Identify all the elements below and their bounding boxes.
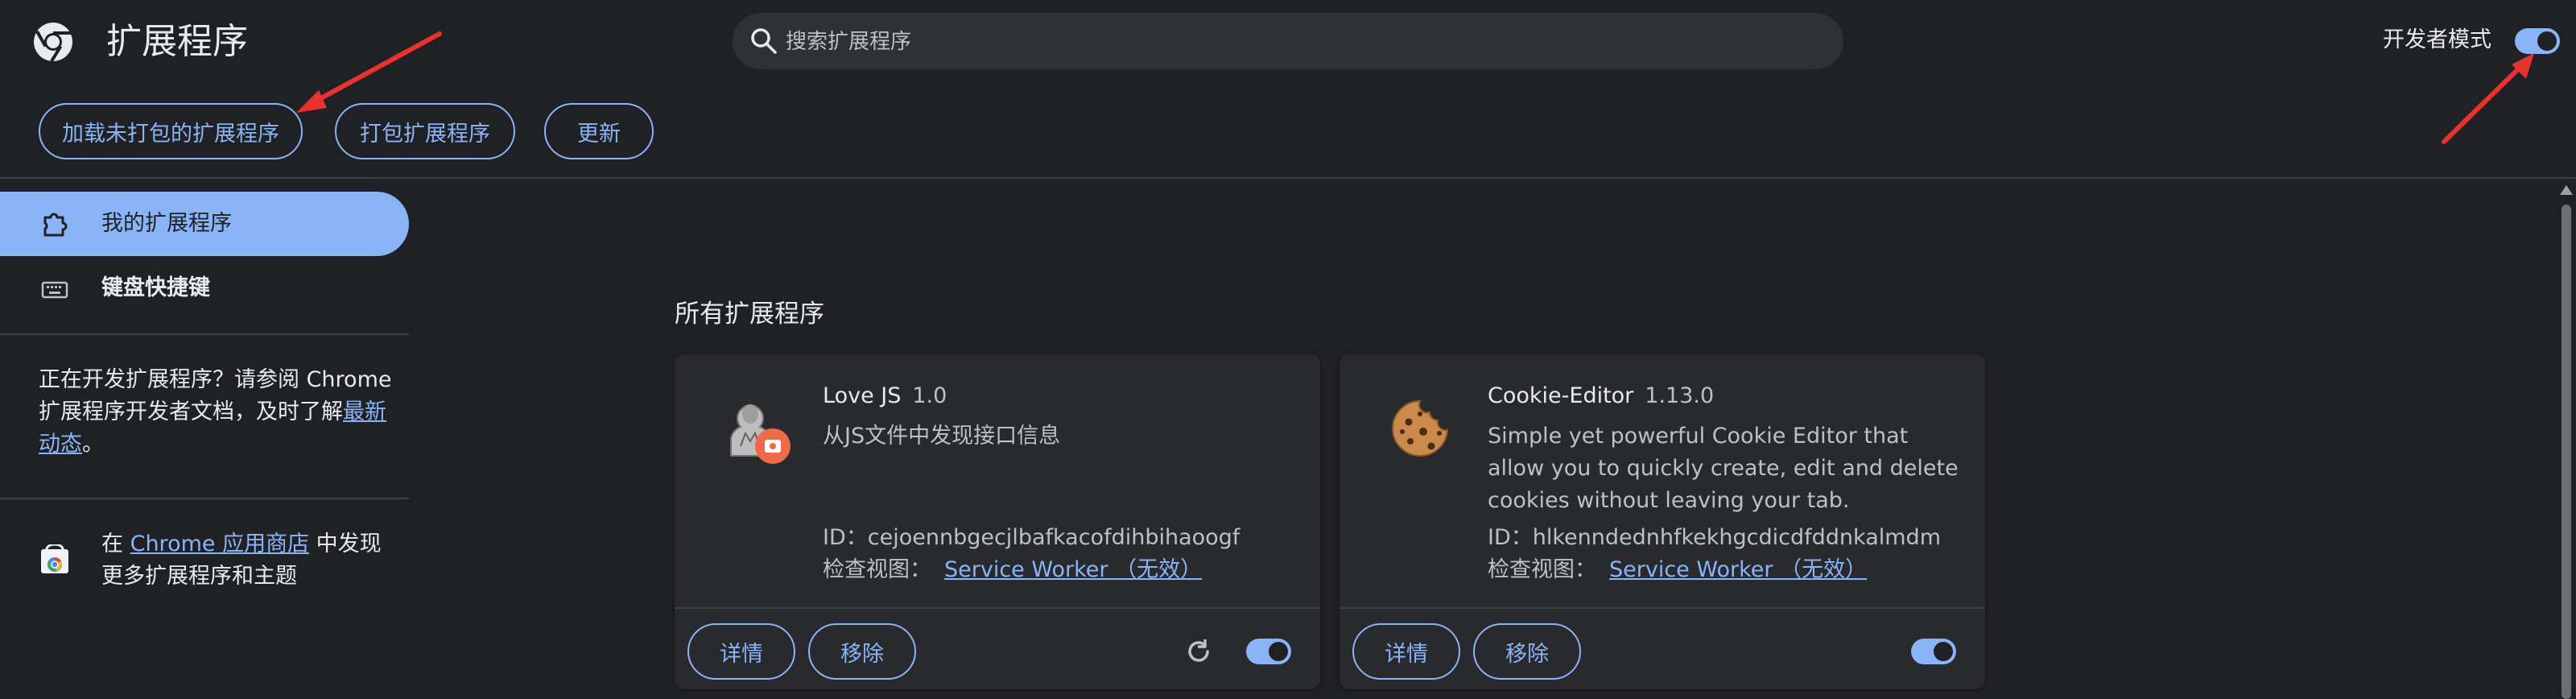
inspect-label: 检查视图： — [823, 557, 931, 582]
chrome-logo-icon — [34, 23, 72, 63]
reload-icon[interactable] — [1183, 636, 1214, 667]
load-unpacked-button[interactable]: 加载未打包的扩展程序 — [39, 103, 303, 159]
id-label: ID： — [1488, 525, 1533, 550]
extension-description: 从JS文件中发现接口信息 — [823, 424, 1061, 449]
extension-card: Cookie-Editor 1.13.0 Simple yet powerful … — [1340, 354, 1985, 689]
chrome-web-store-link[interactable]: Chrome 应用商店 — [130, 531, 310, 556]
id-label: ID： — [823, 525, 868, 550]
card-divider — [1340, 607, 1985, 609]
sidebar-divider — [0, 333, 409, 335]
extension-enable-toggle[interactable] — [1246, 639, 1291, 664]
search-bar[interactable]: 搜索扩展程序 — [733, 13, 1843, 69]
section-title: 所有扩展程序 — [675, 300, 824, 329]
extension-name: Cookie-Editor — [1488, 383, 1634, 408]
sidebar-item-keyboard-shortcuts[interactable]: 键盘快捷键 — [0, 256, 409, 321]
details-button[interactable]: 详情 — [1352, 623, 1460, 680]
extension-id-line: ID：hlkenndednhfkekhgcdicdfddnkalmdm — [1488, 522, 1941, 554]
store-prefix: 在 — [101, 531, 130, 556]
chrome-web-store-icon — [41, 544, 68, 573]
cookie-icon — [1392, 399, 1449, 457]
scrollbar[interactable] — [2557, 180, 2576, 699]
remove-button[interactable]: 移除 — [1473, 623, 1581, 680]
extensions-puzzle-icon — [43, 213, 68, 237]
sidebar-item-label: 键盘快捷键 — [101, 275, 210, 300]
service-worker-link[interactable]: Service Worker （无效） — [944, 557, 1202, 582]
sidebar-divider — [0, 498, 409, 499]
sentence-end: 。 — [82, 432, 104, 457]
lovejs-icon — [730, 404, 791, 464]
scroll-up-arrow-icon[interactable] — [2560, 185, 2573, 195]
inspect-views-line: 检查视图： Service Worker （无效） — [1488, 554, 1867, 586]
search-input[interactable]: 搜索扩展程序 — [786, 29, 911, 55]
extension-name: Love JS — [823, 383, 902, 408]
sidebar-item-label: 我的扩展程序 — [101, 211, 232, 236]
toggle-knob — [2537, 31, 2557, 51]
keyboard-icon — [41, 281, 68, 299]
extension-name-line: Love JS 1.0 — [823, 382, 947, 411]
extensions-page: 扩展程序 搜索扩展程序 开发者模式 加载未打包的扩展程序 打包扩展程序 更新 我… — [0, 0, 2576, 699]
dev-mode-label: 开发者模式 — [2383, 27, 2491, 52]
search-icon — [751, 28, 777, 54]
developer-docs-sentence: 正在开发扩展程序？请参阅 Chrome 扩展程序开发者文档，及时了解 — [39, 367, 392, 424]
extension-version: 1.0 — [912, 383, 947, 408]
extension-id: cejoennbgecjlbafkacofdihbihaoogf — [867, 525, 1241, 550]
scrollbar-thumb[interactable] — [2562, 205, 2571, 699]
page-title: 扩展程序 — [106, 21, 248, 62]
extension-card: Love JS 1.0 从JS文件中发现接口信息 ID：cejoennbgecjl… — [675, 354, 1320, 689]
inspect-label: 检查视图： — [1488, 557, 1596, 582]
header: 扩展程序 搜索扩展程序 开发者模式 加载未打包的扩展程序 打包扩展程序 更新 — [0, 0, 2576, 179]
extension-description: Simple yet powerful Cookie Editor that a… — [1488, 424, 1959, 513]
extension-name-line: Cookie-Editor 1.13.0 — [1488, 382, 1714, 411]
service-worker-link[interactable]: Service Worker （无效） — [1609, 557, 1867, 582]
inspect-views-line: 检查视图： Service Worker （无效） — [823, 554, 1202, 586]
update-button[interactable]: 更新 — [544, 103, 654, 159]
remove-button[interactable]: 移除 — [808, 623, 916, 680]
developer-docs-text: 正在开发扩展程序？请参阅 Chrome 扩展程序开发者文档，及时了解最新动态。 — [39, 364, 393, 461]
extension-id: hlkenndednhfkekhgcdicdfddnkalmdm — [1532, 525, 1941, 550]
sidebar-item-my-extensions[interactable]: 我的扩展程序 — [0, 192, 409, 256]
toggle-knob — [1269, 642, 1288, 661]
pack-extension-button[interactable]: 打包扩展程序 — [335, 103, 515, 159]
card-divider — [675, 607, 1320, 609]
web-store-text: 在 Chrome 应用商店 中发现更多扩展程序和主题 — [101, 528, 399, 593]
extension-enable-toggle[interactable] — [1911, 639, 1956, 664]
extension-version: 1.13.0 — [1645, 383, 1715, 408]
extension-id-line: ID：cejoennbgecjlbafkacofdihbihaoogf — [823, 522, 1240, 554]
toggle-knob — [1934, 642, 1953, 661]
details-button[interactable]: 详情 — [687, 623, 795, 680]
dev-mode-toggle[interactable] — [2515, 28, 2560, 54]
